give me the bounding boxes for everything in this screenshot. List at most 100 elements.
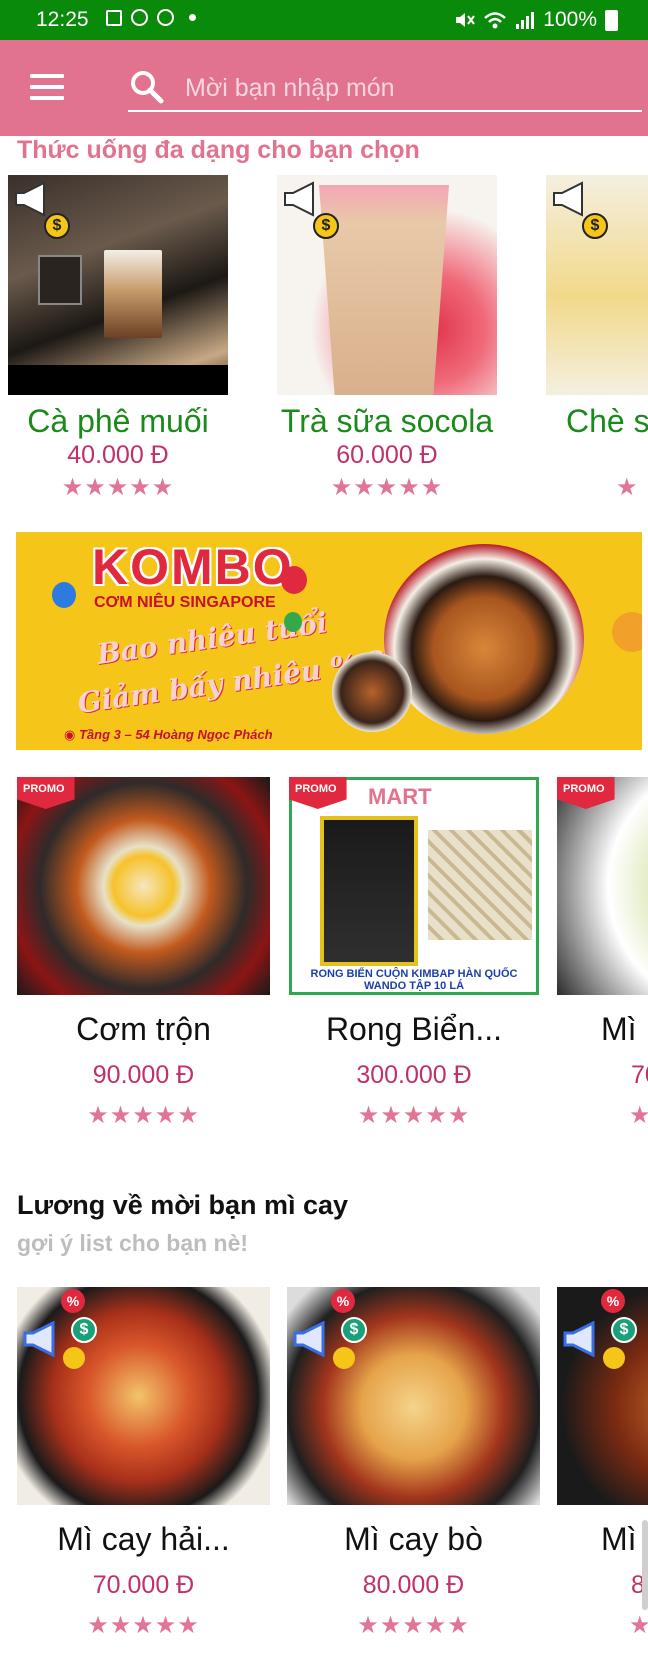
discount-icon: % (601, 1289, 625, 1313)
banner-food-image (384, 544, 584, 734)
megaphone-icon (23, 1321, 55, 1357)
drink-card[interactable]: $ Chè s ★ (546, 175, 648, 505)
mart-logo: MART (368, 784, 432, 809)
status-time: 12:25 (36, 8, 89, 31)
coin-icon: $ (611, 1317, 637, 1343)
promo-carousel[interactable]: PROMO Cơm trộn 90.000 Đ ★★★★★ MART RONG … (0, 777, 648, 1127)
food-price: 80.000 Đ (362, 1571, 465, 1599)
promo-banner[interactable]: KOMBO CƠM NIÊU SINGAPORE Bao nhiêu tuổi … (16, 532, 642, 750)
app-bar (0, 40, 648, 136)
lock-icon (63, 1347, 85, 1369)
spicy-carousel[interactable]: % $ Mì cay hải... 70.000 Đ ★★★★★ % $ Mì … (0, 1287, 648, 1637)
section-title-drinks: Thức uống đa dạng cho bạn chọn (17, 136, 420, 164)
battery-percent: 100% (543, 8, 597, 31)
search-input[interactable] (128, 66, 642, 112)
gallery-icon (106, 9, 122, 26)
spicy-image (17, 1287, 270, 1505)
mute-icon (456, 13, 476, 27)
spicy-card[interactable]: % $ Mì cay hải... 70.000 Đ ★★★★★ (17, 1287, 270, 1637)
food-name: Mì (601, 1011, 637, 1047)
megaphone-icon (553, 181, 583, 217)
menu-icon[interactable] (30, 74, 64, 100)
banner-address-text: Tầng 3 – 54 Hoàng Ngọc Phách (78, 727, 273, 742)
coin-icon: $ (71, 1317, 97, 1343)
coin-icon: $ (582, 213, 608, 239)
banner-food-image (332, 652, 412, 732)
banner-brand: KOMBO (92, 539, 294, 595)
banner-address: ◉ Tầng 3 – 54 Hoàng Ngọc Phách (64, 727, 273, 742)
megaphone-icon (563, 1321, 595, 1357)
balloon-icon (284, 612, 302, 632)
drink-card[interactable]: $ Trà sữa socola 60.000 Đ ★★★★★ (277, 175, 497, 505)
status-bar: 12:25 100% (0, 0, 648, 40)
food-price: 300.000 Đ (356, 1061, 472, 1089)
section-title-spicy: Lương về mời bạn mì cay (17, 1190, 349, 1220)
drink-price: 60.000 Đ (336, 441, 438, 469)
signal-icon (516, 12, 535, 29)
banner-subtitle: CƠM NIÊU SINGAPORE (94, 594, 276, 611)
food-name: Mì cay bò (344, 1521, 483, 1557)
rating-stars: ★ (616, 474, 639, 501)
promo-image (17, 777, 270, 995)
drink-image-detail (319, 185, 449, 395)
lock-icon (603, 1347, 625, 1369)
section-subtitle-spicy: gợi ý list cho bạn nè! (17, 1230, 249, 1256)
rating-stars: ★★★★★ (61, 474, 175, 501)
promo-caption: RONG BIỂN CUỘN KIMBAP HÀN QUỐC WANDO TẬP… (310, 968, 518, 992)
promo-card[interactable]: MART RONG BIỂN CUỘN KIMBAP HÀN QUỐC WAND… (289, 777, 539, 1127)
spicy-image (287, 1287, 540, 1505)
spicy-card[interactable]: % $ Mì 8 ★ (557, 1287, 648, 1637)
megaphone-icon (284, 181, 314, 217)
promo-image: MART RONG BIỂN CUỘN KIMBAP HÀN QUỐC WAND… (289, 777, 539, 995)
rating-stars: ★★★★★ (87, 1612, 200, 1637)
scrollbar[interactable] (642, 1520, 648, 1610)
balloon-icon (52, 582, 76, 608)
food-price: 90.000 Đ (92, 1061, 195, 1089)
food-price: 70 (631, 1061, 648, 1089)
megaphone-icon (293, 1321, 325, 1357)
drink-image-detail (38, 255, 82, 305)
notification-icons (106, 9, 196, 26)
drink-name: Chè s (566, 403, 648, 439)
promo-image (557, 777, 648, 995)
chrome-icon (157, 9, 174, 26)
chrome-icon (131, 9, 148, 26)
system-icons: 100% (453, 8, 618, 32)
banner-scroll-icon[interactable] (612, 612, 642, 652)
rating-stars: ★★★★★ (357, 1612, 470, 1637)
lock-icon (333, 1347, 355, 1369)
rating-stars: ★★★★★ (357, 1102, 471, 1127)
coin-icon: $ (44, 213, 70, 239)
drink-name: Trà sữa socola (280, 403, 494, 439)
wifi-icon (484, 12, 507, 29)
megaphone-icon (15, 181, 45, 217)
more-notifications-icon (189, 14, 196, 21)
rating-stars: ★ (629, 1612, 648, 1637)
spicy-image (557, 1287, 648, 1505)
coin-icon: $ (341, 1317, 367, 1343)
rating-stars: ★ (629, 1102, 648, 1127)
coin-icon: $ (313, 213, 339, 239)
food-name: Mì (601, 1521, 637, 1557)
food-price: 8 (631, 1571, 645, 1599)
rating-stars: ★★★★★ (330, 474, 444, 501)
drink-image-detail (104, 250, 162, 338)
food-name: Rong Biển... (325, 1011, 503, 1047)
drink-card[interactable]: $ Cà phê muối 40.000 Đ ★★★★★ (8, 175, 228, 505)
promo-card[interactable]: PROMO Cơm trộn 90.000 Đ ★★★★★ (17, 777, 270, 1127)
search-icon (131, 71, 164, 104)
balloon-icon (281, 566, 307, 594)
food-name: Cơm trộn (76, 1011, 211, 1047)
discount-icon: % (331, 1289, 355, 1313)
promo-image-detail (320, 816, 418, 966)
drink-image-detail (8, 365, 228, 395)
promo-card[interactable]: PROMO Mì 70 ★ (557, 777, 648, 1127)
discount-icon: % (61, 1289, 85, 1313)
food-price: 70.000 Đ (92, 1571, 195, 1599)
drink-name: Cà phê muối (27, 403, 209, 439)
drinks-carousel[interactable]: $ Cà phê muối 40.000 Đ ★★★★★ $ Trà sữa s… (0, 175, 648, 505)
battery-icon (605, 9, 618, 31)
spicy-card[interactable]: % $ Mì cay bò 80.000 Đ ★★★★★ (287, 1287, 540, 1637)
rating-stars: ★★★★★ (87, 1102, 200, 1127)
food-name: Mì cay hải... (57, 1521, 230, 1557)
